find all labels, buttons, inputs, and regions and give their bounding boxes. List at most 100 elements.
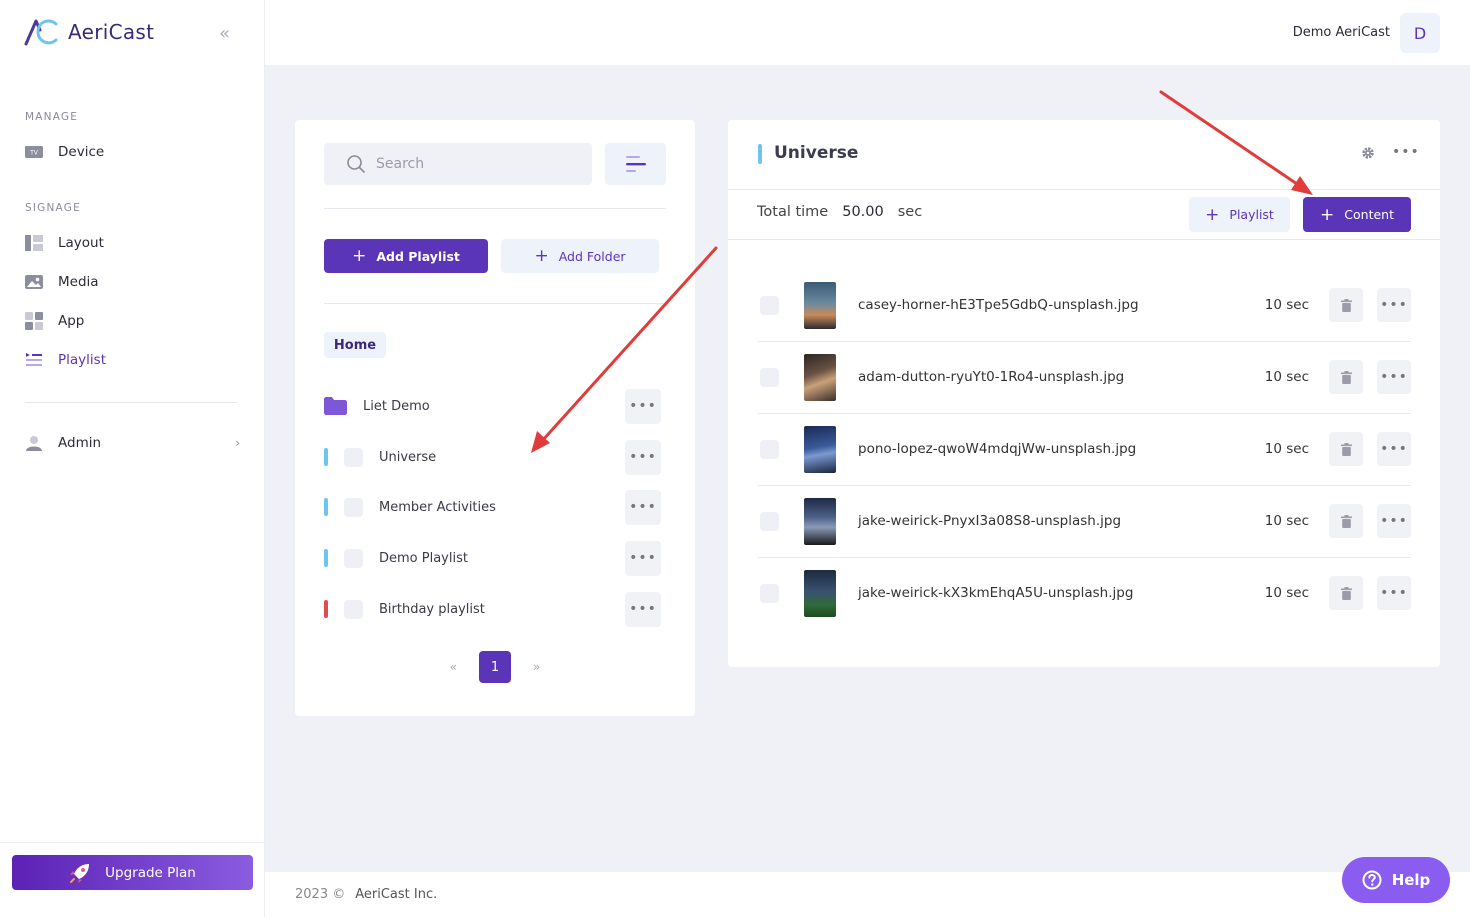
content-thumbnail [804,497,836,545]
add-playlist-to-playlist-button[interactable]: + Playlist [1189,197,1290,232]
content-row[interactable]: jake-weirick-PnyxI3a08S8-unsplash.jpg 10… [758,485,1411,557]
folder-more-button[interactable]: ••• [625,388,661,424]
upgrade-plan-button[interactable]: Upgrade Plan [12,855,253,890]
content-filename: jake-weirick-PnyxI3a08S8-unsplash.jpg [858,513,1122,529]
content-duration: 10 sec [1264,585,1309,601]
playlist-color-bar [324,600,328,618]
divider [728,189,1440,190]
sidebar-item-label: Media [58,274,99,290]
user-icon [25,435,43,451]
add-folder-button[interactable]: + Add Folder [501,239,659,273]
playlist-more-button[interactable]: ••• [625,439,661,475]
content-more-button[interactable]: ••• [1377,432,1411,466]
content-checkbox[interactable] [760,439,779,459]
trash-icon [1340,442,1352,456]
copyright-year: 2023 © [295,887,346,902]
playlist-checkbox[interactable] [344,447,363,467]
playlist-more-button[interactable]: ••• [625,489,661,525]
topbar: Demo AeriCast D [265,0,1470,65]
aericast-logo-icon [24,19,58,46]
avatar[interactable]: D [1400,13,1440,53]
pagination-prev[interactable]: « [450,660,457,674]
playlist-row[interactable]: Member Activities ••• [324,489,661,525]
content-filename: casey-horner-hE3Tpe5GdbQ-unsplash.jpg [858,297,1139,313]
help-button[interactable]: Help [1342,857,1450,903]
content-row[interactable]: pono-lopez-qwoW4mdqjWw-unsplash.jpg 10 s… [758,413,1411,485]
sidebar-divider [25,402,237,403]
collapse-sidebar-icon[interactable]: « [219,23,230,44]
add-content-button[interactable]: + Content [1303,197,1411,232]
delete-content-button[interactable] [1329,504,1363,538]
content-more-button[interactable]: ••• [1377,360,1411,394]
pagination-page-current[interactable]: 1 [479,651,511,683]
content-thumbnail [804,281,836,329]
playlist-more-button[interactable]: ••• [625,540,661,576]
brand-name: AeriCast [68,20,155,44]
content-checkbox[interactable] [760,367,779,387]
content-more-button[interactable]: ••• [1377,288,1411,322]
playlist-row[interactable]: Universe ••• [324,439,661,475]
sidebar-item-media[interactable]: Media [25,270,240,294]
sidebar-item-app[interactable]: App [25,309,240,333]
delete-content-button[interactable] [1329,360,1363,394]
content-more-button[interactable]: ••• [1377,576,1411,610]
delete-content-button[interactable] [1329,288,1363,322]
plus-icon: + [534,246,549,266]
playlist-more-icon[interactable]: ••• [1392,144,1420,160]
content-thumbnail [804,425,836,473]
filter-lines-icon [625,156,646,172]
playlist-label: Birthday playlist [379,601,485,617]
copyright-company: AeriCast Inc. [355,887,438,902]
grid-icon [25,312,43,330]
trash-icon [1340,298,1352,312]
playlist-checkbox[interactable] [344,548,363,568]
tv-icon: TV [25,144,43,160]
sidebar-item-admin[interactable]: Admin › [25,431,240,455]
content-checkbox[interactable] [760,583,779,603]
add-playlist-label: Playlist [1229,207,1274,222]
delete-content-button[interactable] [1329,576,1363,610]
sort-filter-button[interactable] [605,143,666,185]
sidebar-item-label: Layout [58,235,104,251]
sidebar-item-layout[interactable]: Layout [25,231,240,255]
sidebar: AeriCast « MANAGE TV Device SIGNAGE Layo… [0,0,265,917]
search-input[interactable] [376,156,576,172]
section-label-signage: SIGNAGE [25,202,81,214]
pagination-next[interactable]: » [533,660,540,674]
breadcrumb-home[interactable]: Home [324,332,386,358]
content-row[interactable]: jake-weirick-kX3kmEhqA5U-unsplash.jpg 10… [758,557,1411,629]
playlist-checkbox[interactable] [344,497,363,517]
sidebar-item-device[interactable]: TV Device [25,140,240,164]
search-box[interactable] [324,143,592,185]
playlist-checkbox[interactable] [344,599,363,619]
gear-icon[interactable] [1361,146,1375,160]
content-duration: 10 sec [1264,297,1309,313]
trash-icon [1340,514,1352,528]
playlist-library-panel: + Add Playlist + Add Folder Home Liet De… [295,120,695,716]
playlist-color-bar [324,448,328,466]
add-playlist-button[interactable]: + Add Playlist [324,239,488,273]
sidebar-item-playlist[interactable]: Playlist [25,348,240,372]
content-duration: 10 sec [1264,369,1309,385]
playlist-more-button[interactable]: ••• [625,591,661,627]
playlist-color-bar [324,549,328,567]
delete-content-button[interactable] [1329,432,1363,466]
footer: 2023 © AeriCast Inc. [265,872,1470,917]
playlist-row[interactable]: Birthday playlist ••• [324,591,661,627]
folder-row[interactable]: Liet Demo ••• [324,388,661,424]
divider [728,239,1440,240]
total-time-value: 50.00 [842,204,884,220]
content-more-button[interactable]: ••• [1377,504,1411,538]
content-row[interactable]: casey-horner-hE3Tpe5GdbQ-unsplash.jpg 10… [758,269,1411,341]
sidebar-item-label: Admin [58,435,102,451]
playlist-row[interactable]: Demo Playlist ••• [324,540,661,576]
content-checkbox[interactable] [760,295,779,315]
content-checkbox[interactable] [760,511,779,531]
playlist-detail-panel: Universe ••• Total time 50.00 sec + Play… [728,120,1440,667]
content-filename: adam-dutton-ryuYt0-1Ro4-unsplash.jpg [858,369,1125,385]
content-row[interactable]: adam-dutton-ryuYt0-1Ro4-unsplash.jpg 10 … [758,341,1411,413]
brand-logo[interactable]: AeriCast [24,18,154,46]
user-name[interactable]: Demo AeriCast [1293,25,1390,40]
content-duration: 10 sec [1264,441,1309,457]
content-filename: pono-lopez-qwoW4mdqjWw-unsplash.jpg [858,441,1137,457]
